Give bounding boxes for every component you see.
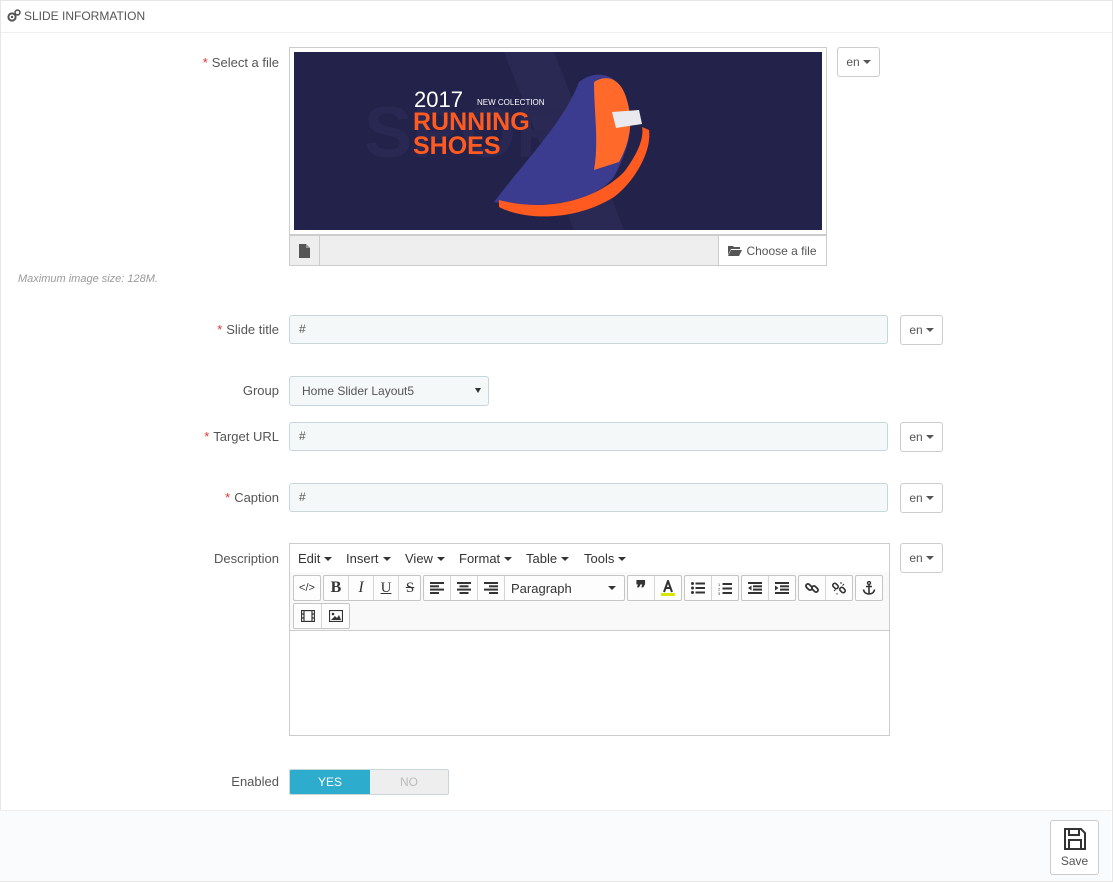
select-arrow-icon <box>475 388 481 393</box>
italic-button[interactable]: I <box>349 576 373 600</box>
panel-title: SLIDE INFORMATION <box>24 9 146 23</box>
panel-heading: SLIDE INFORMATION <box>1 1 1112 33</box>
caret-down-icon <box>862 60 871 64</box>
text-color-button[interactable] <box>655 576 681 600</box>
indent-group <box>741 575 796 601</box>
enabled-toggle[interactable]: YES NO <box>289 769 449 795</box>
numbered-list-button[interactable]: 123 <box>712 576 738 600</box>
slide-image: SPORT 2017 NEW COLECTION RUNNING SHOES <box>294 52 822 230</box>
outdent-button[interactable] <box>742 576 768 600</box>
blockquote-button[interactable]: ❞ <box>628 576 654 600</box>
align-center-icon <box>457 582 471 594</box>
target-url-input[interactable]: # <box>289 422 888 451</box>
svg-text:NEW COLECTION: NEW COLECTION <box>477 98 545 107</box>
source-code-button[interactable]: </> <box>293 575 321 601</box>
quote-color-group: ❞ <box>627 575 682 601</box>
caret-down-icon <box>925 556 934 560</box>
menu-insert[interactable]: Insert <box>346 551 391 566</box>
menu-tools[interactable]: Tools <box>584 551 627 566</box>
editor-content-area[interactable] <box>290 632 889 735</box>
save-icon <box>1063 828 1086 850</box>
align-center-button[interactable] <box>451 576 477 600</box>
svg-text:SHOES: SHOES <box>413 132 501 160</box>
enabled-label: Enabled <box>231 774 279 789</box>
file-language-dropdown[interactable]: en <box>837 47 880 77</box>
enabled-no-option[interactable]: NO <box>370 770 448 794</box>
anchor-button[interactable] <box>855 575 883 601</box>
caption-input[interactable]: # <box>289 483 888 512</box>
bullet-list-icon <box>691 582 705 594</box>
slide-title-language-dropdown[interactable]: en <box>900 315 943 345</box>
insert-link-button[interactable] <box>799 576 825 600</box>
text-color-icon <box>661 580 675 596</box>
indent-icon <box>775 582 789 594</box>
list-group: 123 <box>684 575 739 601</box>
panel-footer <box>0 810 1111 881</box>
remove-link-button[interactable] <box>826 576 852 600</box>
caption-label: * Caption <box>225 490 279 505</box>
align-format-group: Paragraph <box>423 575 625 601</box>
editor-menubar: Edit Insert View Format Table Tools <box>290 544 889 572</box>
file-input-bar[interactable]: Choose a file <box>289 235 827 266</box>
menu-format[interactable]: Format <box>459 551 513 566</box>
description-label: Description <box>213 551 279 566</box>
menu-edit[interactable]: Edit <box>298 551 333 566</box>
unlink-icon <box>832 582 846 595</box>
file-icon <box>290 236 320 265</box>
text-style-group: B I U S <box>323 575 421 601</box>
choose-file-button[interactable]: Choose a file <box>718 236 826 265</box>
group-label: Group <box>242 383 279 398</box>
enabled-yes-option[interactable]: YES <box>290 770 370 794</box>
cogs-icon <box>7 9 21 22</box>
align-right-button[interactable] <box>478 576 504 600</box>
select-file-label: * Select a file <box>202 55 279 70</box>
caption-language-dropdown[interactable]: en <box>900 483 943 513</box>
image-icon <box>328 610 343 622</box>
anchor-icon <box>856 576 882 600</box>
strikethrough-button[interactable]: S <box>399 576 421 600</box>
max-image-size-hint: Maximum image size: 128M. <box>18 273 158 285</box>
save-button[interactable]: Save <box>1050 820 1099 875</box>
link-icon <box>805 583 819 593</box>
outdent-icon <box>748 582 762 594</box>
group-select[interactable]: Home Slider Layout5 <box>289 376 489 406</box>
target-url-language-dropdown[interactable]: en <box>900 422 943 452</box>
image-preview: SPORT 2017 NEW COLECTION RUNNING SHOES <box>289 47 827 235</box>
indent-button[interactable] <box>769 576 795 600</box>
align-left-button[interactable] <box>424 576 450 600</box>
underline-button[interactable]: U <box>374 576 398 600</box>
insert-image-button[interactable] <box>322 604 349 628</box>
film-icon <box>300 610 315 622</box>
align-right-icon <box>484 582 498 594</box>
folder-open-icon <box>728 246 743 256</box>
menu-table[interactable]: Table <box>526 551 570 566</box>
link-group <box>798 575 853 601</box>
caret-down-icon <box>925 435 934 439</box>
caret-down-icon <box>925 496 934 500</box>
caret-down-icon <box>608 586 616 590</box>
banner-artwork: SPORT 2017 NEW COLECTION RUNNING SHOES <box>294 52 822 230</box>
menu-view[interactable]: View <box>405 551 445 566</box>
editor-toolbar: </> B I U S Paragraph ❞ 1 2 3 <box>290 572 889 631</box>
slide-title-label: * Slide title <box>217 322 279 337</box>
slide-title-input[interactable]: # <box>289 315 888 344</box>
align-left-icon <box>430 582 444 594</box>
description-language-dropdown[interactable]: en <box>900 543 943 573</box>
svg-text:3: 3 <box>718 591 721 595</box>
insert-video-button[interactable] <box>294 604 321 628</box>
numbered-list-icon: 123 <box>718 582 732 595</box>
media-group <box>293 603 350 629</box>
format-select[interactable]: Paragraph <box>505 576 624 600</box>
code-icon: </> <box>299 582 315 594</box>
caret-down-icon <box>925 328 934 332</box>
description-editor: Edit Insert View Format Table Tools </> … <box>289 543 890 736</box>
target-url-label: * Target URL <box>204 429 279 444</box>
bullet-list-button[interactable] <box>685 576 711 600</box>
bold-button[interactable]: B <box>324 576 348 600</box>
